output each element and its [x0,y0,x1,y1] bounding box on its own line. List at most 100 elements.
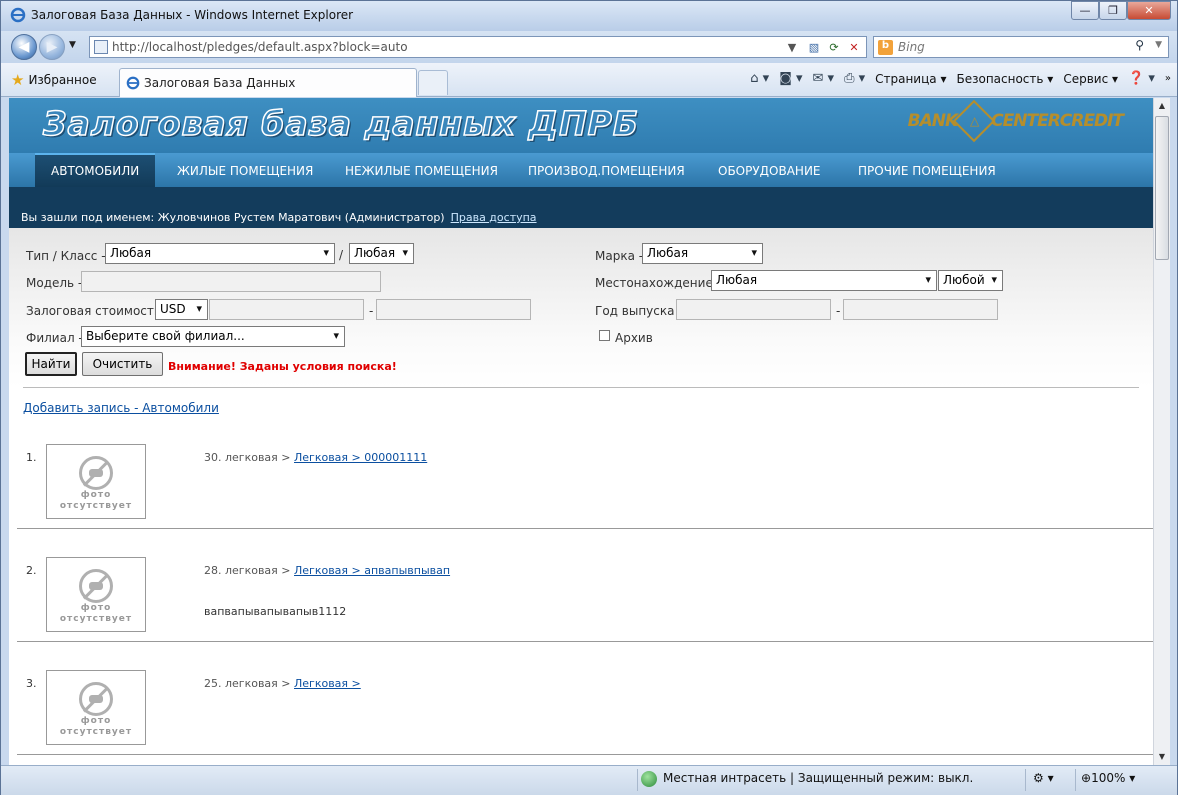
tab-current[interactable]: Залоговая База Данных [119,68,417,97]
record-link[interactable]: Легковая > 000001111 [294,451,427,464]
zone-indicator[interactable]: Местная интрасеть | Защищенный режим: вы… [641,771,974,787]
location-sub-select[interactable]: Любой [938,270,1003,291]
type-select[interactable]: Любая [105,243,335,264]
back-button[interactable]: ◀ [11,34,37,60]
address-bar[interactable]: http://localhost/pledges/default.aspx?bl… [89,36,867,58]
search-placeholder: Bing [898,40,925,54]
photo-placeholder[interactable]: фото отсутствует [46,557,146,632]
list-item: 2. фото отсутствует 28. легковая > Легко… [9,554,1153,667]
record-link[interactable]: Легковая > апвапывпывап [294,564,450,577]
tab-title: Залоговая База Данных [144,76,296,90]
print-icon[interactable]: ⎙ ▾ [844,71,865,86]
security-menu[interactable]: Безопасность ▾ [956,72,1053,86]
help-icon[interactable]: ❓ ▾ [1128,71,1155,86]
logo-diamond-icon: △ [952,99,996,143]
window-title: Залоговая База Данных - Windows Internet… [31,8,354,22]
bank-logo: BANK △ CENTERCREDIT [908,99,1124,143]
value-to-input[interactable] [376,299,531,320]
branch-select[interactable]: Выберите свой филиал... [81,326,345,347]
page-menu-label: Страница [875,71,937,86]
model-input[interactable] [81,271,381,292]
search-warning: Внимание! Заданы условия поиска! [168,360,397,373]
favorites-row: ★ Избранное Залоговая База Данных ⌂ ▾ ◙ … [1,63,1177,97]
zoom-control[interactable]: ⊕100% ▾ [1081,771,1135,785]
record-link[interactable]: Легковая > [294,677,361,690]
year-to-input[interactable] [843,299,998,320]
branch-label: Филиал - [26,331,83,345]
site-header: Залоговая база данных ДПРБ BANK △ CENTER… [9,98,1153,153]
brand-label: Марка - [595,249,644,263]
forward-button[interactable]: ▶ [39,34,65,60]
no-photo-icon [79,456,113,490]
record-number: 2. [26,564,37,577]
page-content: Залоговая база данных ДПРБ BANK △ CENTER… [9,98,1153,765]
address-row: ◀ ▶ ▼ http://localhost/pledges/default.a… [1,31,1177,63]
chevron-more-icon[interactable]: » [1165,73,1171,84]
search-icon[interactable]: ⚲ [1135,38,1144,52]
currency-select[interactable]: USD [155,299,208,320]
filter-panel: Тип / Класс - Любая / Любая Модель - Зал… [9,228,1153,388]
mail-icon[interactable]: ✉ ▾ [813,71,835,86]
menu-item-autos[interactable]: АВТОМОБИЛИ [35,153,156,187]
archive-checkbox[interactable] [599,330,610,341]
record-info: 25. легковая > Легковая > [204,677,361,690]
menu-item-other[interactable]: ПРОЧИЕ ПОМЕЩЕНИЯ [858,153,996,187]
search-box[interactable]: b Bing ⚲ ▼ [873,36,1169,58]
add-record-link[interactable]: Добавить запись - Автомобили [23,401,219,415]
bing-icon: b [878,40,893,55]
user-bar: Вы зашли под именем: Жуловчинов Рустем М… [9,210,1153,228]
record-info: 30. легковая > Легковая > 000001111 [204,451,427,464]
ie-logo-icon [10,7,26,23]
record-prefix: 25. легковая > [204,677,291,690]
history-dropdown-icon[interactable]: ▼ [69,40,76,50]
photo-caption-line2: отсутствует [59,501,133,511]
find-button[interactable]: Найти [25,352,77,376]
service-menu[interactable]: Сервис ▾ [1063,72,1118,86]
slash-label: / [339,248,344,262]
address-dropdown-icon[interactable]: ▼ [782,38,802,56]
record-number: 1. [26,451,37,464]
class-select[interactable]: Любая [349,243,414,264]
stop-icon[interactable]: ✕ [844,38,864,56]
favorites-button[interactable]: ★ Избранное [11,69,97,91]
location-select[interactable]: Любая [711,270,937,291]
zone-text: Местная интрасеть | Защищенный режим: вы… [663,771,974,785]
protected-mode-icon[interactable]: ⚙ ▾ [1033,771,1054,785]
home-icon[interactable]: ⌂ ▾ [750,71,769,86]
access-rights-link[interactable]: Права доступа [451,211,537,224]
minimize-button[interactable]: — [1071,1,1099,20]
menu-item-nonresidential[interactable]: НЕЖИЛЫЕ ПОМЕЩЕНИЯ [345,153,498,187]
no-photo-icon [79,569,113,603]
scroll-up-icon[interactable]: ▲ [1154,98,1170,114]
logo-right-text: CENTERCREDIT [991,111,1124,131]
compat-view-icon[interactable]: ▧ [804,38,824,56]
vertical-scrollbar[interactable]: ▲ ▼ [1153,98,1170,765]
value-from-input[interactable] [209,299,364,320]
maximize-button[interactable]: ❐ [1099,1,1127,20]
menu-item-production[interactable]: ПРОИЗВОД.ПОМЕЩЕНИЯ [528,153,685,187]
brand-select[interactable]: Любая [642,243,763,264]
year-from-input[interactable] [676,299,831,320]
feeds-icon[interactable]: ◙ ▾ [779,71,802,86]
photo-caption-line1: фото [80,603,112,613]
menu-item-equipment[interactable]: ОБОРУДОВАНИЕ [718,153,821,187]
menu-item-residential[interactable]: ЖИЛЫЕ ПОМЕЩЕНИЯ [177,153,313,187]
clear-button[interactable]: Очистить [82,352,163,376]
page-menu[interactable]: Страница ▾ [875,72,946,86]
record-number: 3. [26,677,37,690]
command-bar: ⌂ ▾ ◙ ▾ ✉ ▾ ⎙ ▾ Страница ▾ Безопасность … [750,71,1171,86]
type-class-label: Тип / Класс - [26,249,106,263]
close-button[interactable]: ✕ [1127,1,1171,20]
record-prefix: 30. легковая > [204,451,291,464]
year-dash: - [836,304,841,318]
record-info: 28. легковая > Легковая > апвапывпывап [204,564,450,577]
scroll-down-icon[interactable]: ▼ [1154,749,1170,765]
photo-placeholder[interactable]: фото отсутствует [46,444,146,519]
record-description: вапвапывапывапыв1112 [204,605,347,618]
photo-placeholder[interactable]: фото отсутствует [46,670,146,745]
search-options-icon[interactable]: ▼ [1155,40,1162,50]
page-icon [94,40,108,54]
refresh-icon[interactable]: ⟳ [824,38,844,56]
new-tab-button[interactable] [418,70,448,95]
scroll-thumb[interactable] [1155,116,1169,260]
